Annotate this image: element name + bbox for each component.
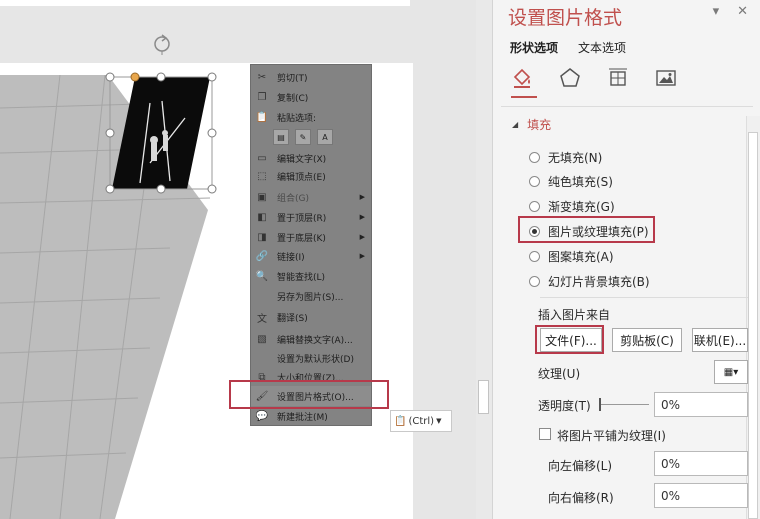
paste-options-tag[interactable]: 📋 (Ctrl) ▼ xyxy=(390,410,452,432)
group-icon: ▣ xyxy=(257,191,267,203)
tile-checkbox[interactable] xyxy=(539,428,551,440)
ribbon-remnant xyxy=(0,0,410,6)
radio-slide-background-fill[interactable]: 幻灯片背景填充(B) xyxy=(529,273,650,290)
submenu-arrow-icon: ▶ xyxy=(359,233,365,241)
menu-item-set-default-shape[interactable]: 设置为默认形状(D) xyxy=(251,348,371,368)
submenu-arrow-icon: ▶ xyxy=(359,252,365,260)
paste-keep-icon[interactable]: ▤ xyxy=(273,129,289,145)
offset-right-label: 向右偏移(R) xyxy=(548,491,614,505)
link-icon: 🔗 xyxy=(255,250,269,262)
menu-item-send-back[interactable]: ◨ 置于底层(K) ▶ xyxy=(251,227,371,247)
collapse-triangle-icon: ◢ xyxy=(512,120,519,129)
menu-item-link[interactable]: 🔗 链接(I) ▶ xyxy=(251,246,371,266)
offset-left-label: 向左偏移(L) xyxy=(548,459,613,473)
resize-handle-bottom xyxy=(156,184,166,194)
radio-button[interactable] xyxy=(529,251,540,262)
pane-title: 设置图片格式 xyxy=(508,7,623,29)
picture-icon[interactable] xyxy=(655,67,677,89)
menu-item-new-comment[interactable]: 💬 新建批注(M) xyxy=(251,406,371,426)
paste-icon: 📋 xyxy=(255,111,269,123)
paste-format-icon[interactable]: ✎ xyxy=(295,129,311,145)
resize-handle-tr xyxy=(207,72,217,82)
scissors-icon: ✂ xyxy=(257,71,267,83)
paste-text-icon[interactable]: A xyxy=(317,129,333,145)
fill-line-icon[interactable] xyxy=(511,67,533,89)
slide-scrollbar[interactable] xyxy=(476,0,492,519)
concert-photo[interactable] xyxy=(112,77,210,189)
radio-button[interactable] xyxy=(529,201,540,212)
edit-points-icon: ⬚ xyxy=(257,170,267,182)
slide-scrollbar-thumb[interactable] xyxy=(478,380,489,414)
menu-item-save-as-picture[interactable]: 另存为图片(S)... xyxy=(251,286,371,306)
resize-handle-br xyxy=(207,184,217,194)
menu-item-edit-text[interactable]: ▭ 编辑文字(X) xyxy=(251,148,371,168)
fill-section-header[interactable]: ◢ 填充 xyxy=(512,116,551,133)
paste-options-bar: ▤ ✎ A xyxy=(251,125,371,149)
online-button[interactable]: 联机(E)... xyxy=(692,328,748,352)
rotate-handle-icon[interactable] xyxy=(151,33,173,55)
resize-handle-tl xyxy=(105,72,115,82)
resize-handle-top xyxy=(156,72,166,82)
texture-icon: ▦▾ xyxy=(723,366,739,378)
menu-item-bring-front[interactable]: ◧ 置于顶层(R) ▶ xyxy=(251,207,371,227)
radio-no-fill[interactable]: 无填充(N) xyxy=(529,149,602,166)
menu-item-copy[interactable]: ❐ 复制(C) xyxy=(251,87,371,107)
translate-icon: 文 xyxy=(257,313,267,325)
menu-item-paste-options: 📋 粘贴选项: xyxy=(255,111,317,124)
menu-item-cut[interactable]: ✂ 剪切(T) xyxy=(251,67,371,87)
radio-gradient-fill[interactable]: 渐变填充(G) xyxy=(529,198,615,215)
close-icon[interactable]: ✕ xyxy=(737,4,748,19)
edit-text-icon: ▭ xyxy=(257,152,267,164)
alt-text-icon: ▧ xyxy=(257,333,267,345)
radio-button[interactable] xyxy=(529,276,540,287)
resize-handle-right xyxy=(207,128,217,138)
chevron-down-icon: ▼ xyxy=(436,417,442,425)
offset-left-input[interactable]: 0% xyxy=(654,451,748,476)
menu-item-group[interactable]: ▣ 组合(G) ▶ xyxy=(251,187,371,207)
resize-handle-bl xyxy=(105,184,115,194)
offset-right-input[interactable]: 0% xyxy=(654,483,748,508)
adjust-handle xyxy=(130,72,140,82)
radio-pattern-fill[interactable]: 图案填充(A) xyxy=(529,248,614,265)
menu-item-smart-lookup[interactable]: 🔍 智能查找(L) xyxy=(251,266,371,286)
highlight-format-picture xyxy=(229,380,389,409)
send-back-icon: ◨ xyxy=(257,231,267,243)
resize-handle-left xyxy=(105,128,115,138)
transparency-label: 透明度(T) xyxy=(538,399,591,413)
transparency-slider-thumb[interactable] xyxy=(599,398,601,411)
new-comment-icon: 💬 xyxy=(255,410,269,422)
radio-button[interactable] xyxy=(529,152,540,163)
tab-shape-options[interactable]: 形状选项 xyxy=(510,39,558,56)
size-properties-icon[interactable] xyxy=(607,67,629,89)
active-icon-indicator xyxy=(511,96,537,98)
transparency-input[interactable]: 0% xyxy=(654,392,748,417)
pane-separator xyxy=(501,106,753,107)
menu-item-translate[interactable]: 文翻译(S) xyxy=(251,307,371,327)
section-divider xyxy=(540,297,748,298)
radio-button[interactable] xyxy=(529,176,540,187)
insert-from-label: 插入图片来自 xyxy=(538,308,611,322)
texture-dropdown[interactable]: ▦▾ xyxy=(714,360,748,384)
menu-item-edit-points[interactable]: ⬚ 编辑顶点(E) xyxy=(251,166,371,186)
pane-options-chevron-icon[interactable]: ▾ xyxy=(713,4,720,19)
radio-solid-fill[interactable]: 纯色填充(S) xyxy=(529,173,613,190)
smart-lookup-icon: 🔍 xyxy=(255,270,269,282)
menu-item-alt-text[interactable]: ▧ 编辑替换文字(A)... xyxy=(251,329,371,349)
copy-icon: ❐ xyxy=(257,91,267,103)
submenu-arrow-icon: ▶ xyxy=(359,213,365,221)
tab-text-options[interactable]: 文本选项 xyxy=(578,39,626,56)
bring-front-icon: ◧ xyxy=(257,211,267,223)
highlight-picture-texture-fill xyxy=(518,216,655,243)
clipboard-button[interactable]: 剪贴板(C) xyxy=(612,328,682,352)
submenu-arrow-icon: ▶ xyxy=(359,193,365,201)
effects-icon[interactable] xyxy=(559,67,581,89)
context-menu: ✂ 剪切(T) ❐ 复制(C) 📋 粘贴选项: ▤ ✎ A ▭ 编辑文字(X) ⬚ 编辑顶… xyxy=(250,64,372,426)
tile-label: 将图片平铺为纹理(I) xyxy=(557,429,666,443)
texture-label: 纹理(U) xyxy=(538,367,581,381)
pane-scrollbar-thumb[interactable] xyxy=(748,132,758,519)
clipboard-icon: 📋 xyxy=(394,415,407,427)
highlight-file-button xyxy=(535,325,604,354)
transparency-slider[interactable] xyxy=(599,404,649,405)
